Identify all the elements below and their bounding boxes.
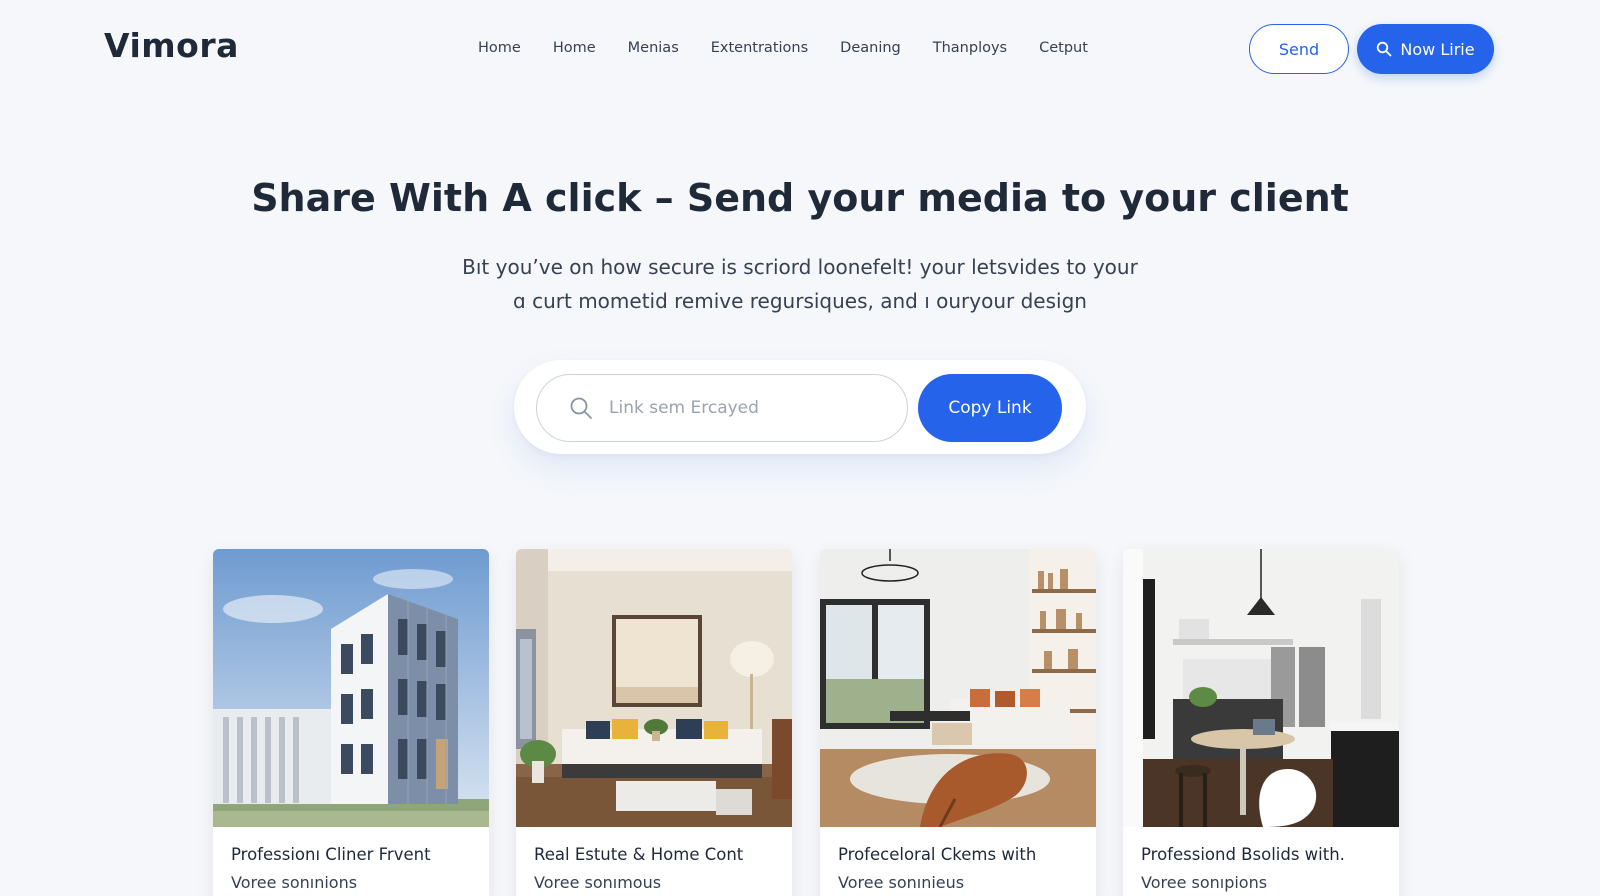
nav-item-menias[interactable]: Menias [628,40,679,56]
link-input[interactable] [609,398,889,418]
main-nav: Home Home Menias Extentrations Deaning T… [478,40,1120,56]
share-panel: Copy Link [514,360,1086,454]
send-button-label: Send [1278,39,1320,59]
card-image-kitchen [1123,549,1399,827]
link-field[interactable] [536,374,908,442]
hero-subtitle-line-1: Bıt you’ve on how secure is scriord loon… [462,255,1138,279]
media-card[interactable]: Professiond Bsolids with. Voree sonıpion… [1123,549,1399,896]
hero-title: Share With A click – Send your media to … [251,176,1349,220]
search-icon [1377,41,1392,57]
card-image-living-room [820,549,1096,827]
nav-item-cetput[interactable]: Cetput [1039,40,1088,56]
media-cards: Professionı Cliner Frvent Voree sonınion… [213,549,1399,896]
card-title: Real Estute & Home Cont [534,845,744,864]
primary-cta-label: Now Lirie [1400,39,1475,59]
primary-cta-button[interactable]: Now Lirie [1357,24,1494,74]
media-card[interactable]: Real Estute & Home Cont Voree sonımous [516,549,792,896]
nav-item-thanploys[interactable]: Thanploys [933,40,1007,56]
media-card[interactable]: Professionı Cliner Frvent Voree sonınion… [213,549,489,896]
top-header: Vimora Home Home Menias Extentrations De… [0,0,1600,100]
card-subtitle: Voree sonımous [534,873,662,892]
hero-subtitle: Bıt you’ve on how secure is scriord loon… [400,250,1200,318]
search-icon [570,397,592,419]
hero-subtitle-line-2: ɑ curt mometid remive regursiques, and ı… [513,289,1087,313]
media-card[interactable]: Profeceloral Ckems with Voree sonınieus [820,549,1096,896]
card-subtitle: Voree sonınions [231,873,358,892]
nav-item-home-2[interactable]: Home [553,40,596,56]
card-image-building [213,549,489,827]
nav-item-extentrations[interactable]: Extentrations [711,40,808,56]
copy-link-button[interactable]: Copy Link [918,374,1062,442]
nav-item-deaning[interactable]: Deaning [840,40,901,56]
card-subtitle: Voree sonıpions [1141,873,1268,892]
card-title: Profeceloral Ckems with [838,845,1037,864]
card-subtitle: Voree sonınieus [838,873,965,892]
card-image-bedroom [516,549,792,827]
copy-link-label: Copy Link [948,398,1032,418]
send-button[interactable]: Send [1249,24,1349,74]
card-title: Professionı Cliner Frvent [231,845,431,864]
card-title: Professiond Bsolids with. [1141,845,1345,864]
nav-item-home[interactable]: Home [478,40,521,56]
brand-logo[interactable]: Vimora [104,26,239,65]
